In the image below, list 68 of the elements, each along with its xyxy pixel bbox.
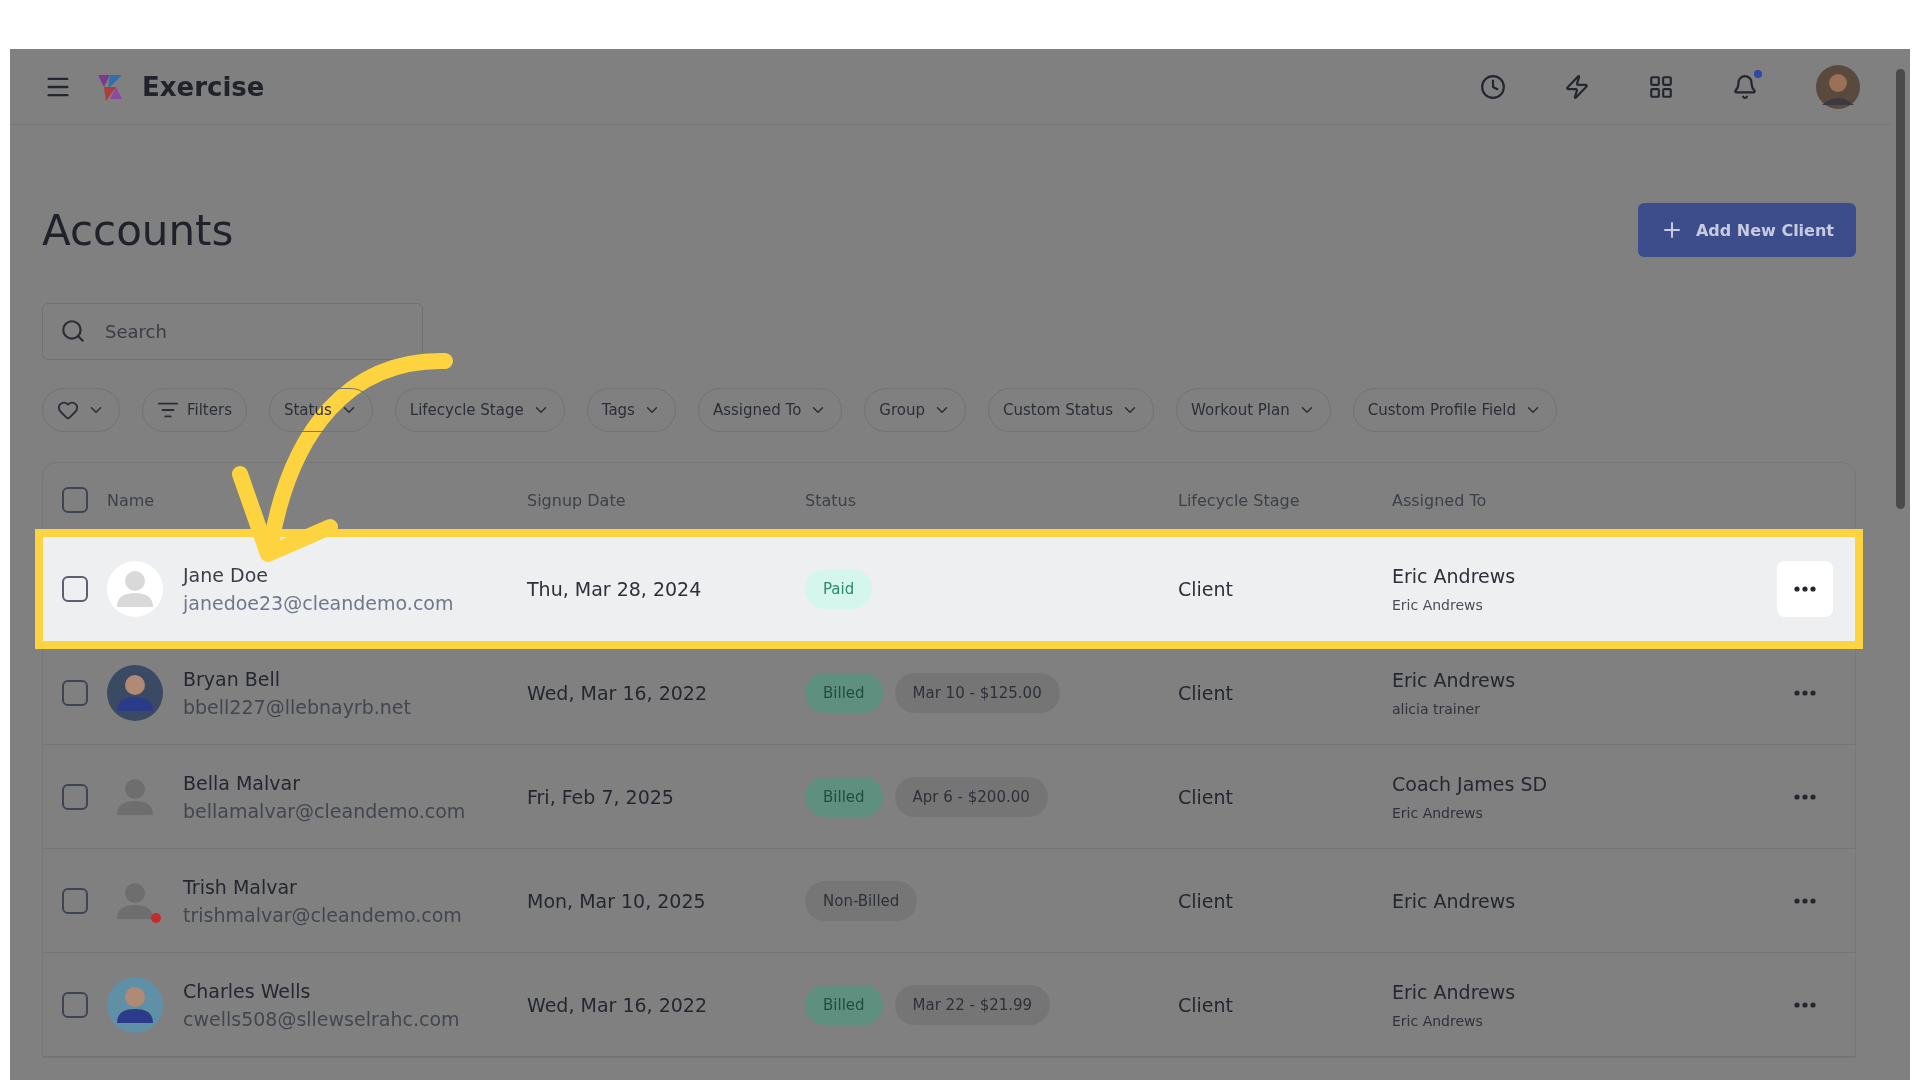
column-header[interactable]: Signup Date — [527, 490, 805, 510]
assigned-coach: Eric Andrews — [1392, 889, 1517, 912]
table-row[interactable]: Bella Malvar bellamalvar@cleandemo.com Fri, Feb 7, 2025 Billed Apr 6 - $200.00 Client Coach James SD Eric Andrews — [43, 745, 1855, 849]
table-row[interactable]: Charles Wells cwells508@sllewselrahc.com Wed, Mar 16, 2022 Billed Mar 22 - $21.99 Client Eric Andrews Eric Andrews — [43, 953, 1855, 1057]
billing-badge: Apr 6 - $200.00 — [894, 776, 1048, 817]
client-email: cwells508@sllewselrahc.com — [183, 1007, 460, 1030]
row-checkbox[interactable] — [62, 887, 88, 914]
lifecycle-stage: Client — [1178, 889, 1234, 912]
lifecycle-stage: Client — [1178, 578, 1234, 600]
client-email: bellamalvar@cleandemo.com — [183, 799, 466, 822]
more-actions-button[interactable] — [1777, 561, 1833, 617]
client-name[interactable]: Bryan Bell — [183, 667, 411, 690]
client-email: trishmalvar@cleandemo.com — [183, 903, 462, 926]
signup-date: Wed, Mar 16, 2022 — [527, 681, 708, 704]
column-header[interactable]: Assigned To — [1392, 490, 1755, 510]
filter-dropdown[interactable]: Custom Profile Field — [1352, 388, 1557, 432]
search-icon — [60, 318, 86, 344]
signup-date: Wed, Mar 16, 2022 — [527, 993, 708, 1016]
billing-badge: Mar 10 - $125.00 — [894, 672, 1060, 713]
status-badge: Paid — [805, 569, 873, 609]
more-icon — [1794, 689, 1816, 696]
row-checkbox[interactable] — [62, 991, 88, 1018]
select-all-checkbox[interactable] — [62, 487, 88, 513]
more-icon — [1794, 1001, 1816, 1008]
status-badge: Non-Billed — [805, 880, 918, 921]
client-name[interactable]: Jane Doe — [183, 564, 454, 586]
more-icon — [1794, 586, 1816, 592]
row-checkbox[interactable] — [62, 576, 88, 602]
assigned-coach: Eric Andrews — [1392, 565, 1517, 587]
add-client-button[interactable]: Add New Client — [1637, 203, 1856, 257]
more-icon — [1794, 793, 1816, 800]
lifecycle-stage: Client — [1178, 681, 1234, 704]
table-row[interactable]: Bryan Bell bbell227@llebnayrb.net Wed, Mar 16, 2022 Billed Mar 10 - $125.00 Client Eric Andrews alicia trainer — [43, 641, 1855, 745]
client-email: bbell227@llebnayrb.net — [183, 695, 411, 718]
page-title: Accounts — [42, 205, 234, 255]
app-name: Exercise — [142, 71, 265, 102]
assigned-secondary: Eric Andrews — [1392, 597, 1484, 613]
client-name[interactable]: Charles Wells — [183, 979, 460, 1002]
lifecycle-stage: Client — [1178, 993, 1234, 1016]
search-field[interactable]: Search — [42, 303, 423, 360]
column-header[interactable]: Name — [107, 490, 527, 510]
status-badge: Billed — [805, 776, 883, 817]
signup-date: Mon, Mar 10, 2025 — [527, 889, 707, 912]
lifecycle-stage: Client — [1178, 785, 1234, 808]
signup-date: Thu, Mar 28, 2024 — [527, 578, 703, 600]
heart-icon — [57, 399, 79, 421]
assigned-coach: Coach James SD — [1392, 772, 1549, 795]
assigned-secondary: alicia trainer — [1392, 700, 1481, 717]
status-badge: Billed — [805, 672, 883, 713]
signup-date: Fri, Feb 7, 2025 — [527, 785, 675, 808]
table-row[interactable]: Trish Malvar trishmalvar@cleandemo.com Mon, Mar 10, 2025 Non-Billed Client Eric Andrews — [43, 849, 1855, 953]
more-icon — [1794, 897, 1816, 904]
bell-icon — [1732, 73, 1758, 100]
billing-badge: Mar 22 - $21.99 — [894, 984, 1051, 1025]
assigned-coach: Eric Andrews — [1392, 980, 1517, 1003]
scrollbar-thumb[interactable] — [1895, 69, 1905, 509]
status-badge: Billed — [805, 984, 883, 1025]
column-header[interactable]: Status — [805, 490, 1178, 510]
client-name[interactable]: Bella Malvar — [183, 771, 466, 794]
row-checkbox[interactable] — [62, 783, 88, 810]
assigned-secondary: Eric Andrews — [1392, 1012, 1484, 1029]
client-email: janedoe23@cleandemo.com — [183, 592, 454, 614]
row-checkbox[interactable] — [62, 679, 88, 706]
assigned-secondary: Eric Andrews — [1392, 804, 1484, 821]
assigned-coach: Eric Andrews — [1392, 668, 1517, 691]
column-header[interactable]: Lifecycle Stage — [1178, 490, 1392, 510]
avatar — [1816, 64, 1860, 109]
client-name[interactable]: Trish Malvar — [183, 875, 462, 898]
